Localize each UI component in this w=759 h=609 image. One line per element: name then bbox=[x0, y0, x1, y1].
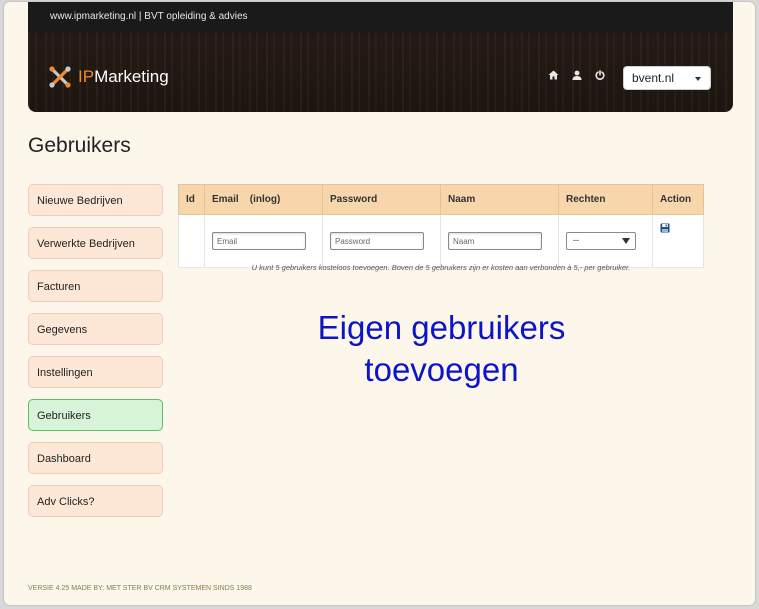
col-header-email: Email (inlog) bbox=[204, 184, 323, 215]
col-header-name: Naam bbox=[440, 184, 559, 215]
cell-name bbox=[440, 214, 559, 268]
sidebar-item-label: Facturen bbox=[37, 281, 81, 293]
sidebar-item-label: Nieuwe Bedrijven bbox=[37, 195, 123, 207]
domain-select[interactable]: bvent.nl bbox=[623, 66, 711, 90]
caption-line-1: Eigen gebruikers bbox=[317, 309, 566, 346]
email-input[interactable] bbox=[212, 232, 306, 250]
sidebar-item-verwerkte-bedrijven[interactable]: Verwerkte Bedrijven bbox=[28, 227, 163, 259]
top-bar: www.ipmarketing.nl | BVT opleiding & adv… bbox=[28, 2, 733, 32]
user-cost-note: U kunt 5 gebruikers kosteloos toevoegen.… bbox=[251, 263, 631, 272]
col-header-id: Id bbox=[178, 184, 205, 215]
top-bar-text: www.ipmarketing.nl | BVT opleiding & adv… bbox=[50, 11, 248, 22]
sidebar-item-label: Adv Clicks? bbox=[37, 496, 95, 508]
chevron-down-icon bbox=[695, 77, 701, 81]
logo[interactable]: IP Marketing bbox=[48, 66, 169, 88]
sidebar-item-label: Instellingen bbox=[37, 367, 93, 379]
sidebar-item-facturen[interactable]: Facturen bbox=[28, 270, 163, 302]
col-header-rights: Rechten bbox=[558, 184, 653, 215]
sidebar-item-gebruikers[interactable]: Gebruikers bbox=[28, 399, 163, 431]
sidebar-item-dashboard[interactable]: Dashboard bbox=[28, 442, 163, 474]
users-table: Id Email (inlog) Password Naam Rechten A… bbox=[178, 184, 704, 268]
cell-id bbox=[178, 214, 205, 268]
sidebar-item-gegevens[interactable]: Gegevens bbox=[28, 313, 163, 345]
power-icon[interactable] bbox=[595, 70, 605, 80]
sidebar: Nieuwe Bedrijven Verwerkte Bedrijven Fac… bbox=[28, 184, 163, 528]
app-page: www.ipmarketing.nl | BVT opleiding & adv… bbox=[4, 2, 755, 605]
footer-version: VERSIE 4.25 MADE BY: MET STER BV CRM SYS… bbox=[28, 585, 252, 592]
user-icon[interactable] bbox=[572, 70, 582, 80]
domain-select-value: bvent.nl bbox=[632, 71, 675, 85]
cell-email bbox=[204, 214, 323, 268]
name-input[interactable] bbox=[448, 232, 542, 250]
logo-suffix: Marketing bbox=[94, 67, 169, 86]
logo-prefix: IP bbox=[78, 67, 95, 86]
sidebar-item-adv-clicks[interactable]: Adv Clicks? bbox=[28, 485, 163, 517]
col-header-action: Action bbox=[652, 184, 704, 215]
chevron-down-icon bbox=[622, 238, 630, 244]
site-header: www.ipmarketing.nl | BVT opleiding & adv… bbox=[28, 2, 733, 112]
home-icon[interactable] bbox=[548, 70, 559, 80]
cell-rights: -- bbox=[558, 214, 653, 268]
cell-password bbox=[322, 214, 441, 268]
caption-line-2: toevoegen bbox=[364, 351, 519, 388]
page-title: Gebruikers bbox=[28, 134, 131, 157]
cross-tools-icon bbox=[49, 66, 71, 88]
caption-overlay: Eigen gebruikers toevoegen bbox=[244, 307, 639, 391]
table-row-new-user: -- bbox=[178, 214, 704, 268]
table-header-row: Id Email (inlog) Password Naam Rechten A… bbox=[178, 184, 704, 215]
header-icons bbox=[548, 70, 605, 80]
cell-action bbox=[652, 214, 704, 268]
sidebar-item-nieuwe-bedrijven[interactable]: Nieuwe Bedrijven bbox=[28, 184, 163, 216]
sidebar-item-label: Gebruikers bbox=[37, 410, 91, 422]
sidebar-item-label: Gegevens bbox=[37, 324, 88, 336]
sidebar-item-label: Dashboard bbox=[37, 453, 91, 465]
sidebar-item-label: Verwerkte Bedrijven bbox=[37, 238, 135, 250]
sidebar-item-instellingen[interactable]: Instellingen bbox=[28, 356, 163, 388]
password-input[interactable] bbox=[330, 232, 424, 250]
floppy-disk-icon[interactable] bbox=[660, 223, 670, 233]
col-header-password: Password bbox=[322, 184, 441, 215]
rights-select[interactable]: -- bbox=[566, 232, 636, 250]
rights-select-value: -- bbox=[573, 235, 579, 245]
